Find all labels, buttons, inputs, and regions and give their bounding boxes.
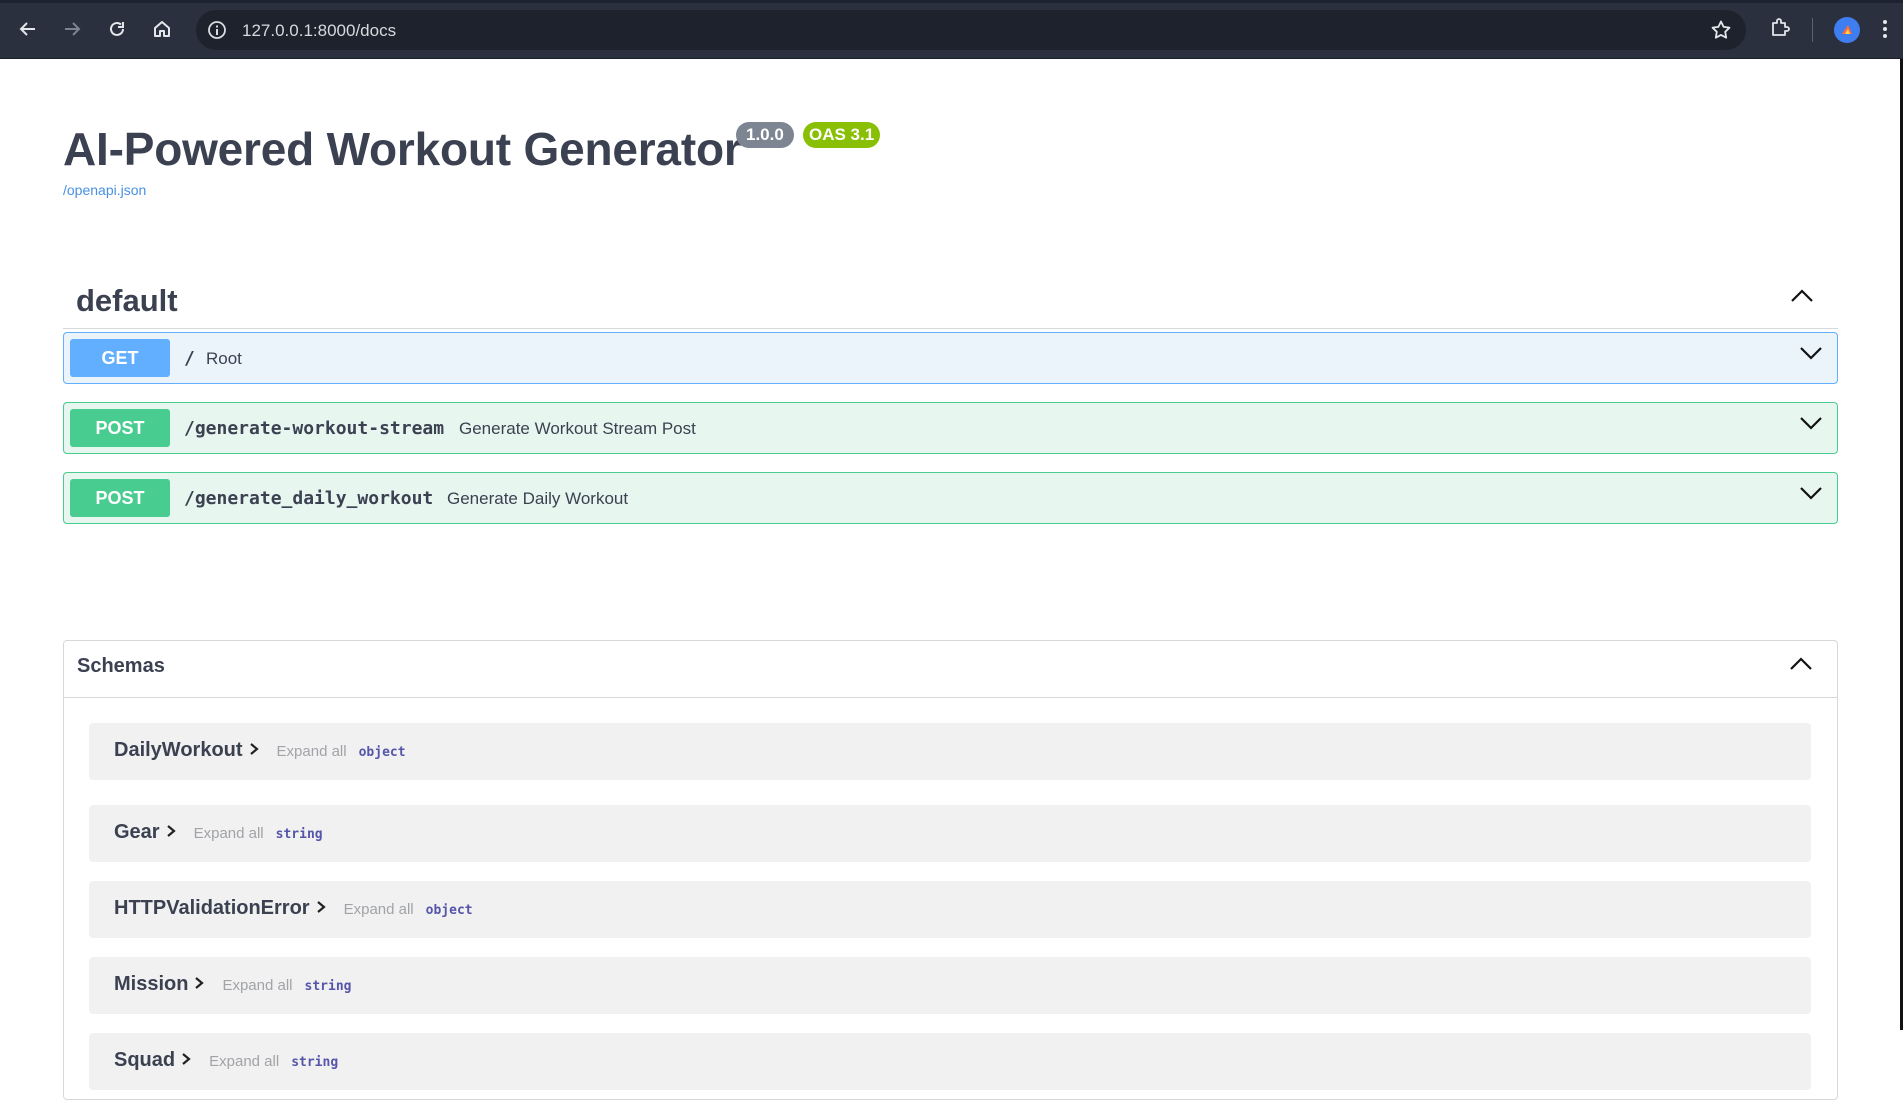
operation-path: /generate_daily_workout	[184, 488, 434, 509]
model-name[interactable]: Gear	[114, 821, 176, 844]
expand-all-link[interactable]: Expand all	[222, 977, 292, 994]
model-httpvalidationerror[interactable]: HTTPValidationError Expand all object	[89, 881, 1811, 938]
toolbar-divider	[1812, 18, 1813, 42]
expand-all-link[interactable]: Expand all	[209, 1053, 279, 1070]
model-name-text: Gear	[114, 821, 160, 843]
model-name[interactable]: HTTPValidationError	[114, 897, 326, 920]
model-type: string	[275, 827, 323, 842]
method-badge: POST	[70, 409, 170, 447]
model-type: object	[358, 745, 406, 760]
schemas-label: Schemas	[77, 655, 165, 677]
operation-path: /generate-workout-stream	[184, 418, 445, 439]
tag-name: default	[76, 283, 178, 318]
operation-summary: Root	[206, 349, 242, 368]
home-button[interactable]	[148, 15, 176, 43]
model-name[interactable]: Squad	[114, 1049, 191, 1072]
openapi-json-link[interactable]: /openapi.json	[63, 182, 146, 198]
chevron-right-icon	[249, 739, 259, 762]
site-info-icon[interactable]	[206, 19, 228, 41]
url-text: 127.0.0.1:8000/docs	[242, 21, 397, 40]
model-type: object	[425, 903, 473, 918]
model-name[interactable]: DailyWorkout	[114, 739, 259, 762]
model-type: string	[304, 979, 352, 994]
chevron-right-icon	[194, 973, 205, 996]
profile-logo-icon	[1842, 25, 1852, 34]
operation-post-generate-workout-stream[interactable]: POST /generate-workout-stream Generate W…	[63, 402, 1838, 454]
operation-post-generate-daily-workout[interactable]: POST /generate_daily_workout Generate Da…	[63, 472, 1838, 524]
chevron-up-icon[interactable]	[1789, 657, 1813, 676]
arrow-left-icon	[19, 22, 35, 36]
arrow-right-icon	[65, 22, 81, 36]
method-badge: GET	[70, 339, 170, 377]
model-gear[interactable]: Gear Expand all string	[89, 805, 1811, 862]
profile-avatar[interactable]	[1834, 17, 1860, 43]
model-name-text: Mission	[114, 973, 189, 995]
reload-icon	[110, 21, 124, 36]
chevron-right-icon	[166, 821, 176, 844]
expand-all-link[interactable]: Expand all	[277, 743, 347, 760]
reload-button[interactable]	[103, 15, 131, 43]
operation-path: /	[184, 348, 195, 369]
oas-badge: OAS 3.1	[803, 122, 881, 148]
tab-strip-edge	[0, 0, 1903, 3]
version-badge: 1.0.0	[736, 122, 794, 148]
chevron-right-icon	[316, 897, 326, 920]
model-name-text: HTTPValidationError	[114, 897, 310, 919]
model-name-text: DailyWorkout	[114, 739, 243, 761]
chevron-up-icon[interactable]	[1790, 289, 1814, 308]
chevron-down-icon[interactable]	[1799, 486, 1823, 505]
tag-section-default[interactable]: default	[63, 273, 1838, 329]
operation-summary: Generate Workout Stream Post	[459, 419, 696, 438]
chevron-down-icon[interactable]	[1799, 416, 1823, 435]
operation-summary: Generate Daily Workout	[447, 489, 629, 508]
method-badge: POST	[70, 479, 170, 517]
bookmark-star-icon[interactable]	[1710, 19, 1732, 46]
model-name-text: Squad	[114, 1049, 176, 1071]
chevron-right-icon	[181, 1049, 191, 1072]
model-mission[interactable]: Mission Expand all string	[89, 957, 1811, 1014]
expand-all-link[interactable]: Expand all	[344, 901, 414, 918]
schemas-section: Schemas DailyWorkout Expand all object G…	[63, 640, 1838, 1100]
swagger-ui-page: AI-Powered Workout Generator 1.0.0 OAS 3…	[0, 59, 1903, 1100]
extensions-puzzle-icon[interactable]	[1768, 16, 1792, 45]
operation-get-root[interactable]: GET / Root	[63, 332, 1838, 384]
schemas-header[interactable]: Schemas	[64, 641, 1837, 698]
address-bar[interactable]: 127.0.0.1:8000/docs	[196, 10, 1746, 50]
model-dailyworkout[interactable]: DailyWorkout Expand all object	[89, 723, 1811, 780]
api-title: AI-Powered Workout Generator	[63, 123, 742, 175]
chevron-down-icon[interactable]	[1799, 346, 1823, 365]
model-type: string	[291, 1055, 339, 1070]
forward-button[interactable]	[58, 15, 86, 43]
home-icon	[154, 21, 170, 37]
model-squad[interactable]: Squad Expand all string	[89, 1033, 1811, 1090]
browser-toolbar: 127.0.0.1:8000/docs	[0, 0, 1903, 59]
back-button[interactable]	[14, 15, 42, 43]
browser-menu-icon[interactable]	[1882, 17, 1888, 46]
model-name[interactable]: Mission	[114, 973, 205, 996]
expand-all-link[interactable]: Expand all	[194, 825, 264, 842]
